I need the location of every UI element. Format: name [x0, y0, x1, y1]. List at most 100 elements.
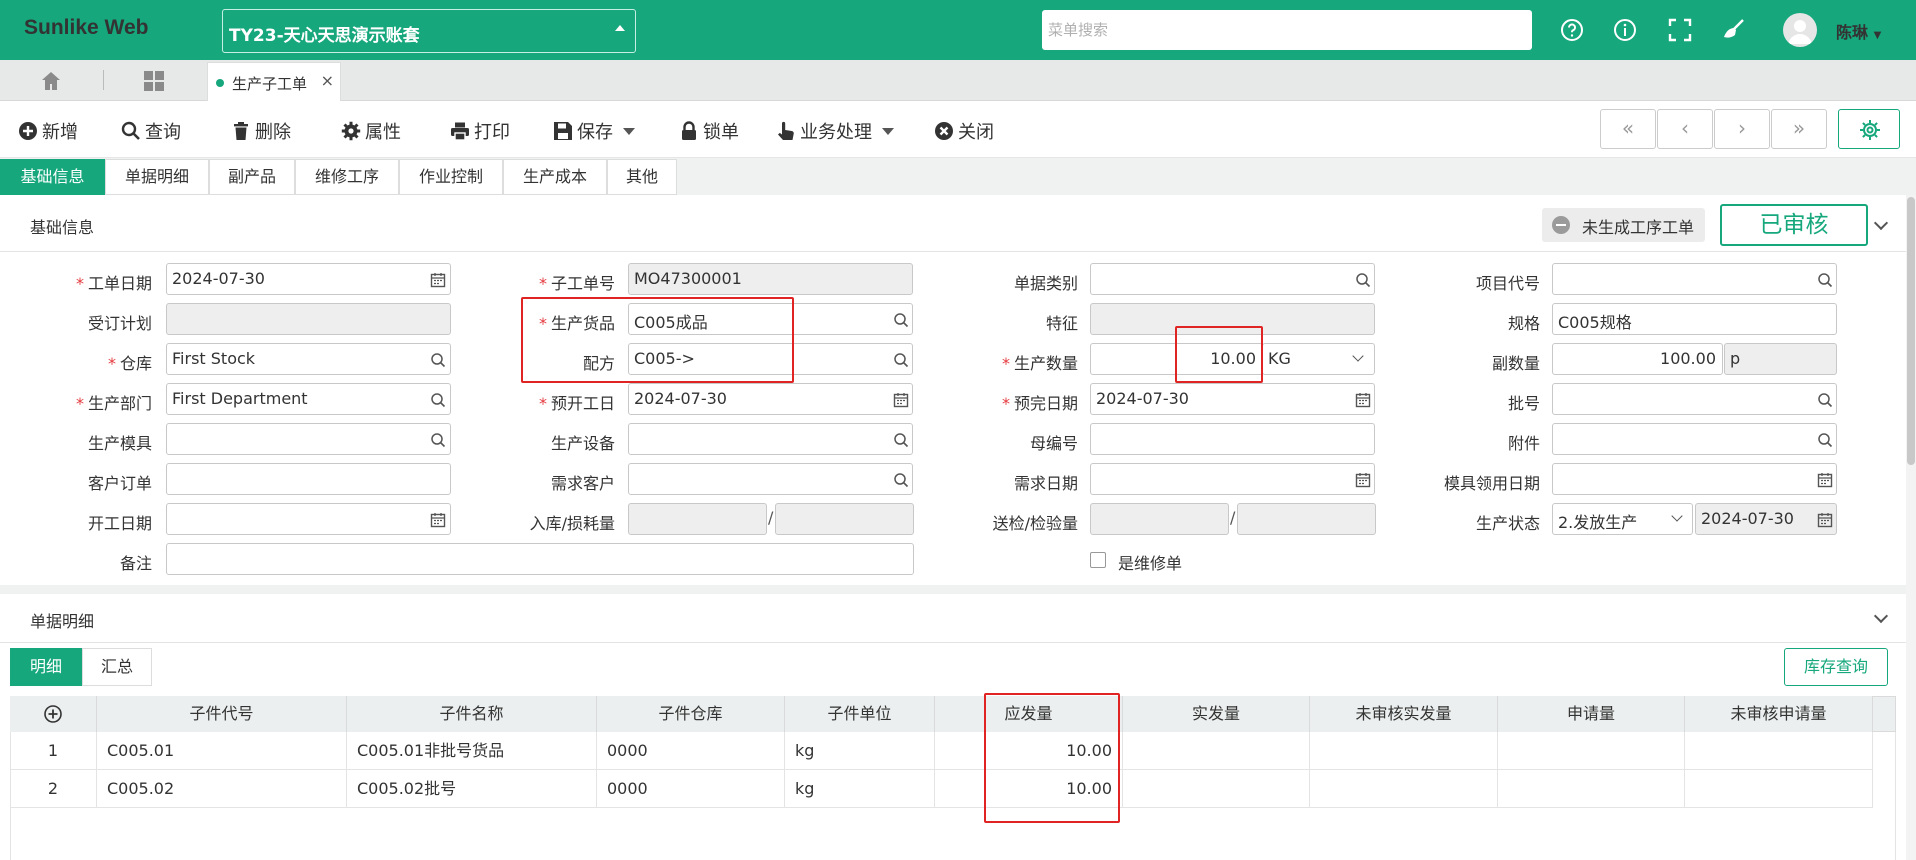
avatar[interactable] — [1783, 13, 1817, 47]
sub-quantity-field[interactable]: 100.00 — [1552, 343, 1723, 375]
close-icon[interactable]: × — [321, 71, 334, 90]
user-menu[interactable]: 陈琳 ▼ — [1836, 19, 1881, 43]
table-cell[interactable] — [1498, 732, 1685, 770]
table-cell[interactable]: 0000 — [597, 732, 785, 770]
new-button[interactable]: 新增 — [18, 119, 78, 143]
scrollbar-thumb[interactable] — [1907, 197, 1915, 465]
table-cell[interactable] — [1685, 770, 1873, 808]
table-cell[interactable] — [1310, 732, 1498, 770]
search-icon[interactable] — [430, 432, 446, 448]
column-header[interactable]: 子件仓库 — [597, 696, 785, 732]
search-icon[interactable] — [1817, 392, 1833, 408]
plan-finish-field[interactable]: 2024-07-30 — [1090, 383, 1375, 415]
tab-job-control[interactable]: 作业控制 — [399, 159, 503, 195]
tab-summary[interactable]: 汇总 — [82, 648, 152, 686]
calendar-icon[interactable] — [893, 392, 909, 408]
column-header[interactable]: 子件名称 — [347, 696, 597, 732]
search-icon[interactable] — [430, 352, 446, 368]
table-cell[interactable] — [1310, 770, 1498, 808]
department-field[interactable]: First Department — [166, 383, 451, 415]
plan-start-field[interactable]: 2024-07-30 — [628, 383, 913, 415]
tab-repair-process[interactable]: 维修工序 — [295, 159, 399, 195]
save-button[interactable]: 保存 — [553, 119, 635, 143]
table-cell[interactable]: C005.01非批号货品 — [347, 732, 597, 770]
column-header[interactable]: 未审核申请量 — [1685, 696, 1873, 732]
start-date-field[interactable] — [166, 503, 451, 535]
table-cell[interactable]: kg — [785, 770, 935, 808]
account-selector[interactable]: TY23-天心天思演示账套 — [222, 9, 636, 53]
search-icon[interactable] — [430, 392, 446, 408]
table-cell[interactable]: kg — [785, 732, 935, 770]
calendar-icon[interactable] — [1817, 472, 1833, 488]
search-icon[interactable] — [893, 432, 909, 448]
batch-field[interactable] — [1552, 383, 1837, 415]
customer-order-field[interactable] — [166, 463, 451, 495]
menu-search-input[interactable] — [1042, 10, 1532, 50]
spec-field[interactable]: C005规格 — [1552, 303, 1837, 335]
column-header[interactable]: 子件代号 — [97, 696, 347, 732]
remark-field[interactable] — [166, 543, 914, 575]
home-icon[interactable] — [40, 70, 62, 92]
calendar-icon[interactable] — [1355, 472, 1371, 488]
table-cell[interactable]: C005.01 — [97, 732, 347, 770]
settings-button[interactable] — [1838, 109, 1900, 149]
previous-record-button[interactable]: ‹ — [1657, 109, 1713, 149]
table-cell[interactable] — [1123, 770, 1310, 808]
tab-detail[interactable]: 明细 — [10, 648, 82, 686]
table-cell[interactable] — [1123, 732, 1310, 770]
apps-grid-icon[interactable] — [143, 70, 165, 92]
column-header[interactable]: 未审核实发量 — [1310, 696, 1498, 732]
help-icon[interactable] — [1559, 17, 1585, 43]
business-process-button[interactable]: 业务处理 — [776, 119, 894, 143]
calendar-icon[interactable] — [430, 512, 446, 528]
table-cell[interactable] — [1498, 770, 1685, 808]
calendar-icon[interactable] — [1355, 392, 1371, 408]
parent-no-field[interactable] — [1090, 423, 1375, 455]
warehouse-field[interactable]: First Stock — [166, 343, 451, 375]
table-cell[interactable] — [1685, 732, 1873, 770]
next-record-button[interactable]: › — [1714, 109, 1770, 149]
search-icon[interactable] — [1817, 272, 1833, 288]
mold-date-field[interactable] — [1552, 463, 1837, 495]
tab-production-cost[interactable]: 生产成本 — [503, 159, 607, 195]
column-header[interactable]: 实发量 — [1123, 696, 1310, 732]
mold-field[interactable] — [166, 423, 451, 455]
tab-document-detail[interactable]: 单据明细 — [105, 159, 209, 195]
column-header[interactable]: 子件单位 — [785, 696, 935, 732]
doc-type-field[interactable] — [1090, 263, 1375, 295]
calendar-icon[interactable] — [430, 272, 446, 288]
stock-query-button[interactable]: 库存查询 — [1784, 648, 1888, 686]
work-date-field[interactable]: 2024-07-30 — [166, 263, 451, 295]
properties-button[interactable]: 属性 — [341, 119, 401, 143]
demand-date-field[interactable] — [1090, 463, 1375, 495]
tab-basic-info[interactable]: 基础信息 — [0, 159, 105, 195]
table-cell[interactable]: C005.02批号 — [347, 770, 597, 808]
repair-checkbox[interactable] — [1090, 552, 1106, 568]
close-button[interactable]: 关闭 — [934, 119, 994, 143]
search-icon[interactable] — [1817, 432, 1833, 448]
table-cell[interactable]: 0000 — [597, 770, 785, 808]
search-icon[interactable] — [1355, 272, 1371, 288]
query-button[interactable]: 查询 — [121, 119, 181, 143]
print-button[interactable]: 打印 — [450, 119, 510, 143]
table-cell[interactable]: C005.02 — [97, 770, 347, 808]
first-record-button[interactable]: « — [1600, 109, 1656, 149]
search-icon[interactable] — [893, 472, 909, 488]
demand-customer-field[interactable] — [628, 463, 913, 495]
add-row-header[interactable] — [10, 696, 97, 732]
fullscreen-icon[interactable] — [1667, 17, 1693, 43]
last-record-button[interactable]: » — [1771, 109, 1827, 149]
column-header[interactable]: 申请量 — [1498, 696, 1685, 732]
clean-broom-icon[interactable] — [1721, 17, 1747, 43]
delete-button[interactable]: 删除 — [231, 119, 291, 143]
tab-by-products[interactable]: 副产品 — [209, 159, 295, 195]
attachment-field[interactable] — [1552, 423, 1837, 455]
project-field[interactable] — [1552, 263, 1837, 295]
search-icon[interactable] — [893, 312, 909, 328]
search-icon[interactable] — [893, 352, 909, 368]
equipment-field[interactable] — [628, 423, 913, 455]
lock-button[interactable]: 锁单 — [679, 119, 739, 143]
tab-production-sub-order[interactable]: 生产子工单 × — [207, 62, 341, 101]
tab-other[interactable]: 其他 — [607, 159, 677, 195]
info-icon[interactable] — [1612, 17, 1638, 43]
